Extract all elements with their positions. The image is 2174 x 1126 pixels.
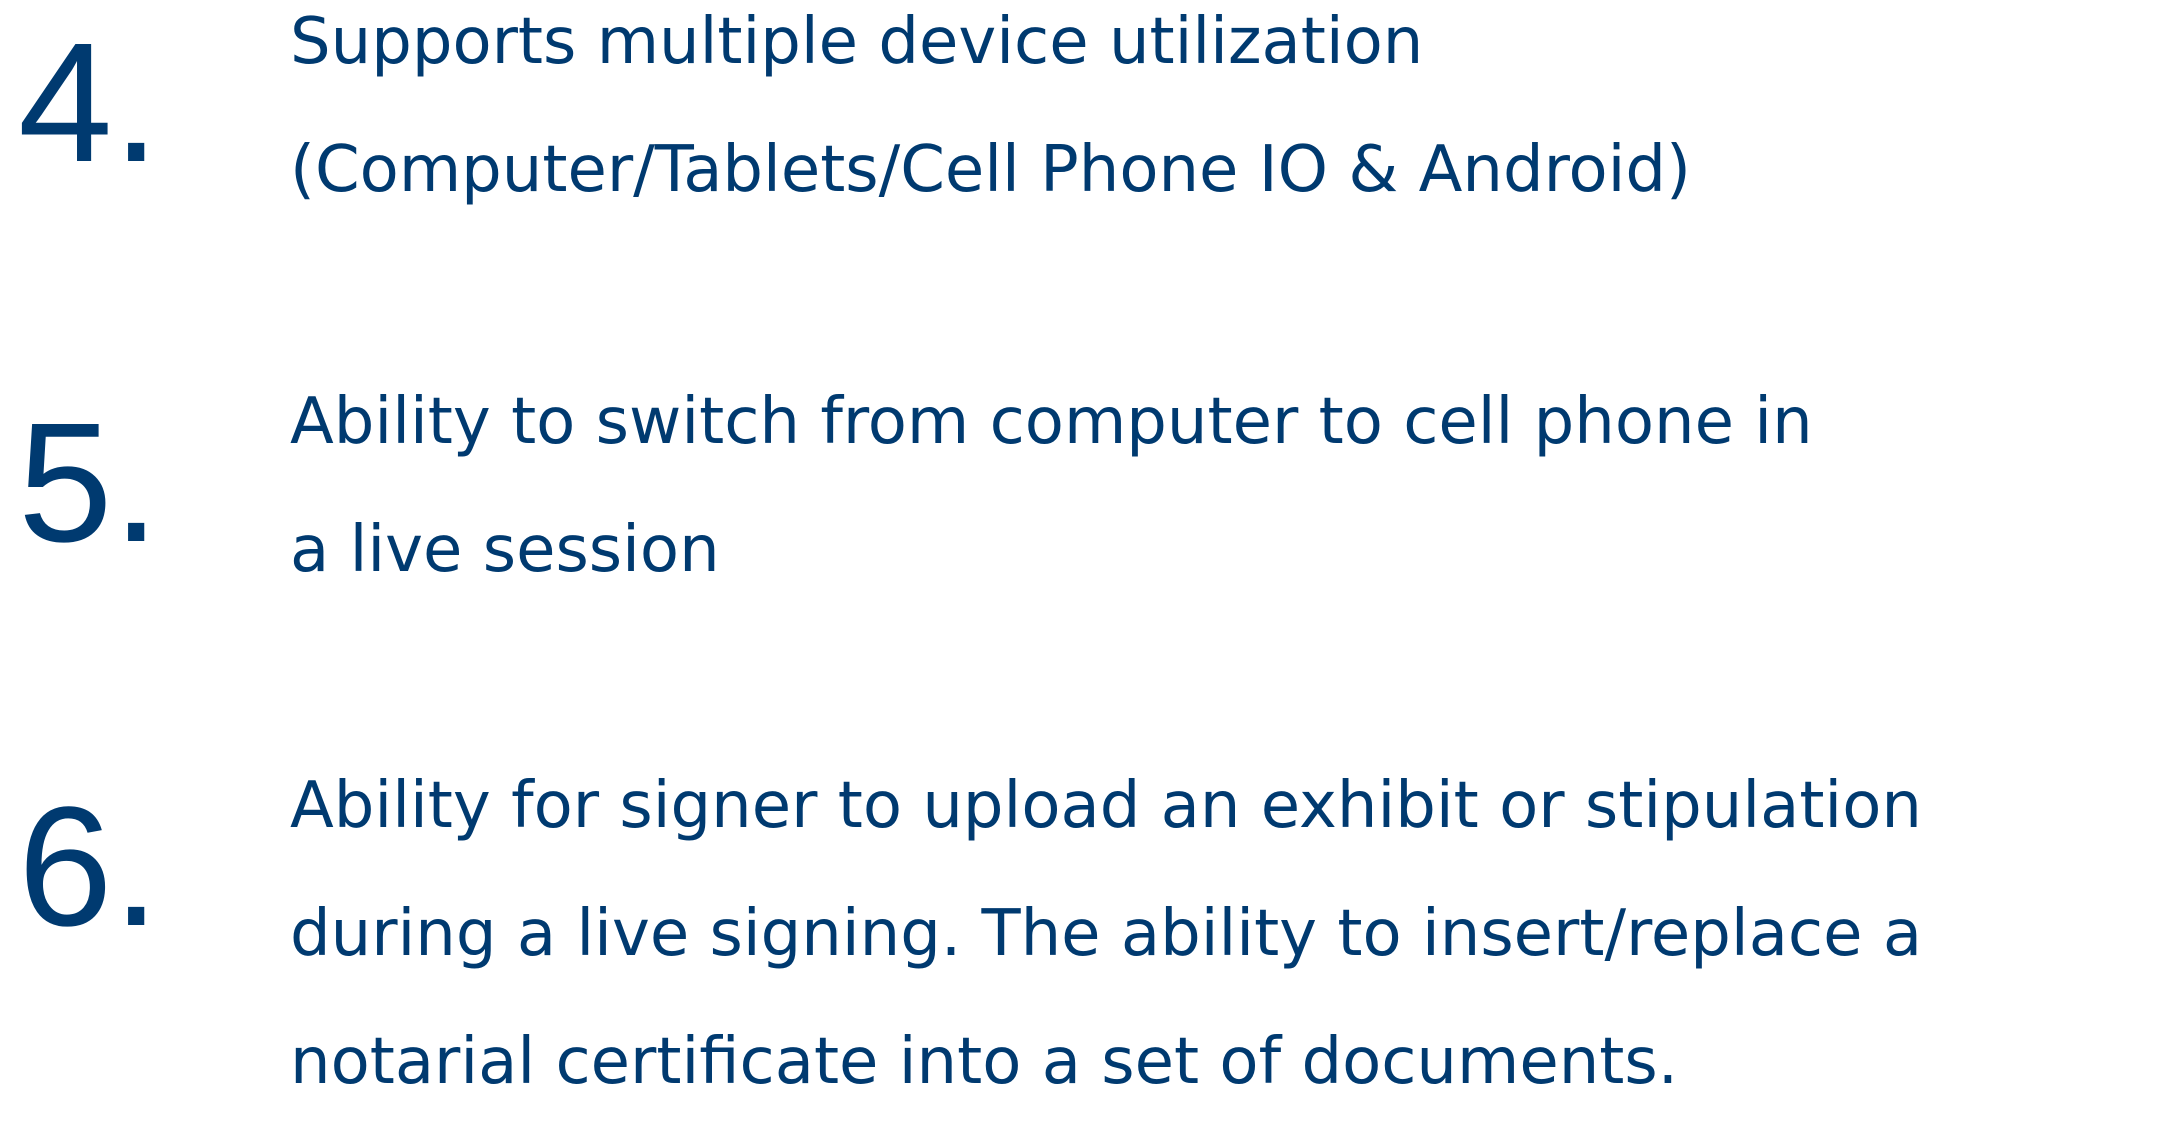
item-number: 4. [18, 8, 160, 198]
item-text-line: notarial certificate into a set of docum… [290, 1025, 1679, 1099]
item-text-line: Ability for signer to upload an exhibit … [290, 769, 1922, 843]
item-text-line: during a live signing. The ability to in… [290, 897, 1923, 971]
item-text: Supports multiple device utilization (Co… [290, 0, 2170, 234]
item-number: 5. [18, 388, 160, 578]
item-text-line: Supports multiple device utilization [290, 5, 1424, 79]
item-text: Ability for signer to upload an exhibit … [290, 742, 2170, 1126]
item-number: 6. [18, 772, 160, 962]
item-text: Ability to switch from computer to cell … [290, 358, 2170, 614]
item-text-line: Ability to switch from computer to cell … [290, 385, 1813, 459]
item-text-line: a live session [290, 513, 720, 587]
item-text-line: (Computer/Tablets/Cell Phone IO & Androi… [290, 133, 1691, 207]
